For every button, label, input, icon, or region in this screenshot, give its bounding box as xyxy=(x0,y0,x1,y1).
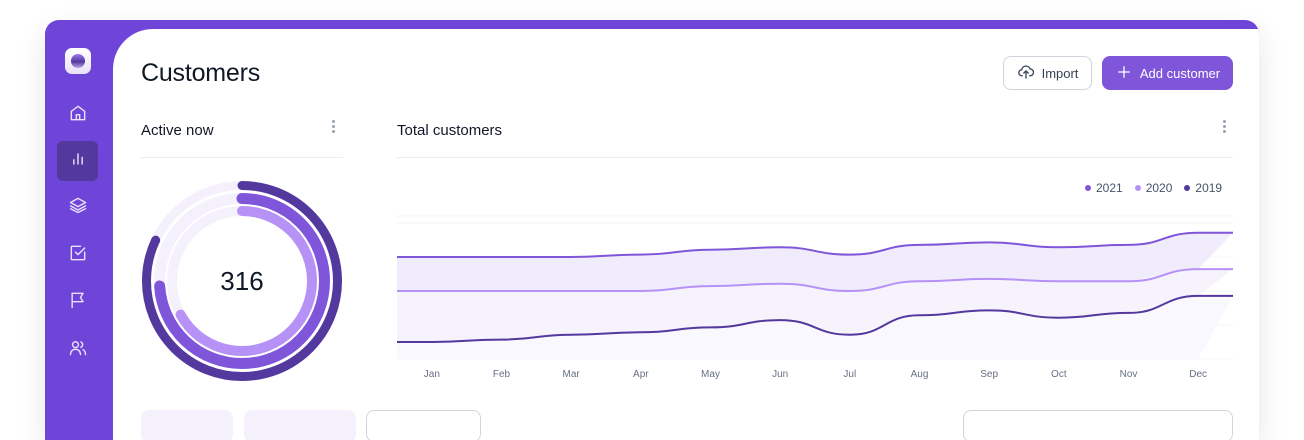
app-logo[interactable] xyxy=(65,48,91,74)
filter-button[interactable] xyxy=(366,410,481,440)
sidebar xyxy=(45,20,113,440)
customers-chart xyxy=(397,215,1233,360)
active-now-menu-icon[interactable] xyxy=(332,120,336,136)
x-tick-label: Aug xyxy=(910,369,929,380)
import-button[interactable]: Import xyxy=(1003,56,1092,90)
home-icon xyxy=(68,103,88,128)
divider xyxy=(397,157,1233,158)
filter-tab[interactable] xyxy=(141,410,233,440)
page-title: Customers xyxy=(141,59,261,87)
x-tick-label: Jan xyxy=(423,369,440,380)
x-tick-label: Dec xyxy=(1189,369,1208,380)
filter-tab[interactable] xyxy=(244,410,356,440)
bar-chart-icon xyxy=(68,149,88,174)
sidebar-item-projects[interactable] xyxy=(57,187,98,227)
x-tick-label: Mar xyxy=(562,369,580,380)
total-customers-title: Total customers xyxy=(397,122,503,139)
total-customers-menu-icon[interactable] xyxy=(1223,120,1227,136)
import-label: Import xyxy=(1041,65,1079,81)
active-now-title: Active now xyxy=(141,122,214,139)
plus-icon xyxy=(1115,63,1133,84)
x-tick-label: Feb xyxy=(492,369,511,380)
active-now-value: 316 xyxy=(220,265,264,296)
x-tick-label: Apr xyxy=(633,369,649,380)
x-tick-label: Oct xyxy=(1051,369,1067,380)
search-input[interactable] xyxy=(963,410,1233,440)
activity-rings: 316 xyxy=(141,180,343,382)
add-customer-label: Add customer xyxy=(1139,65,1221,81)
divider xyxy=(141,157,343,158)
app-window: Customers Import Add customer Active now… xyxy=(45,20,1259,440)
x-tick-label: May xyxy=(701,369,720,380)
flag-icon xyxy=(68,290,88,315)
users-icon xyxy=(68,338,88,363)
sidebar-item-tasks[interactable] xyxy=(57,235,98,275)
sidebar-item-users[interactable] xyxy=(57,330,98,370)
sidebar-item-dashboard[interactable] xyxy=(57,141,98,181)
layers-icon xyxy=(68,195,88,220)
main-panel: Customers Import Add customer Active now… xyxy=(113,29,1259,440)
cloud-upload-icon xyxy=(1017,63,1035,84)
sidebar-item-reporting[interactable] xyxy=(57,282,98,322)
x-tick-label: Sep xyxy=(980,369,999,380)
x-tick-label: Nov xyxy=(1119,369,1138,380)
sidebar-item-home[interactable] xyxy=(57,95,98,135)
add-customer-button[interactable]: Add customer xyxy=(1102,56,1233,90)
check-square-icon xyxy=(68,243,88,268)
x-tick-label: Jul xyxy=(843,369,857,380)
x-tick-label: Jun xyxy=(772,369,789,380)
